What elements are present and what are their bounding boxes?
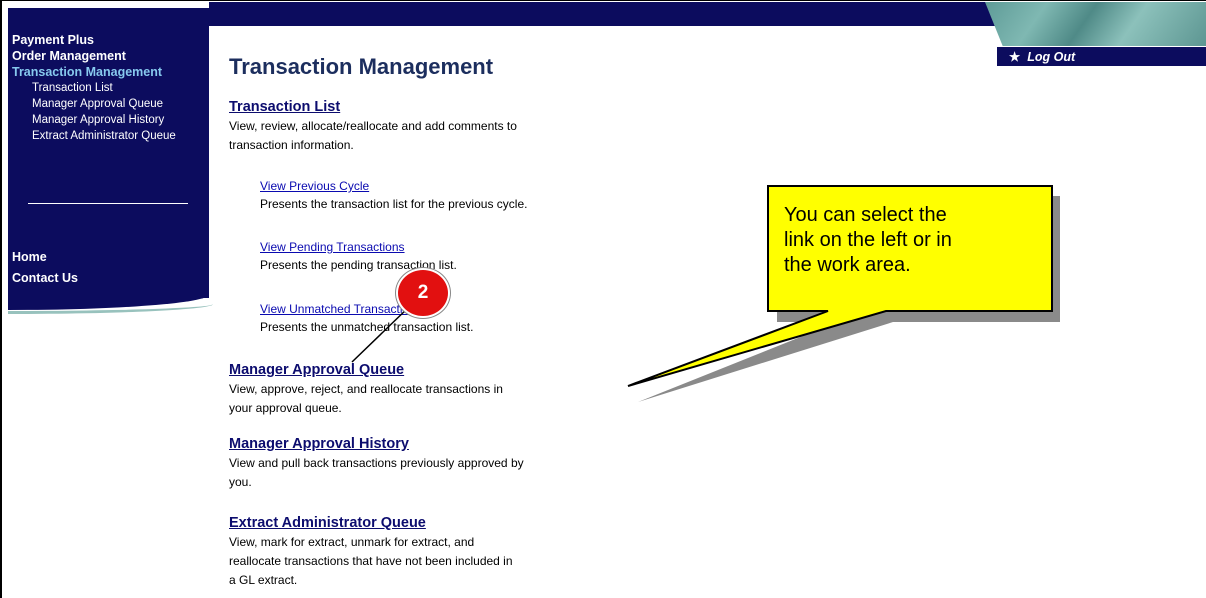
callout-line: the work area. [784,254,911,276]
callout-line: You can select the [784,204,947,226]
callout-text: You can select the link on the left or i… [784,203,1024,278]
callout-graphic [351,185,1060,402]
callout-line: link on the left or in [784,229,952,251]
step-pointer-line [351,305,411,363]
step-number-badge: 2 [396,268,450,318]
